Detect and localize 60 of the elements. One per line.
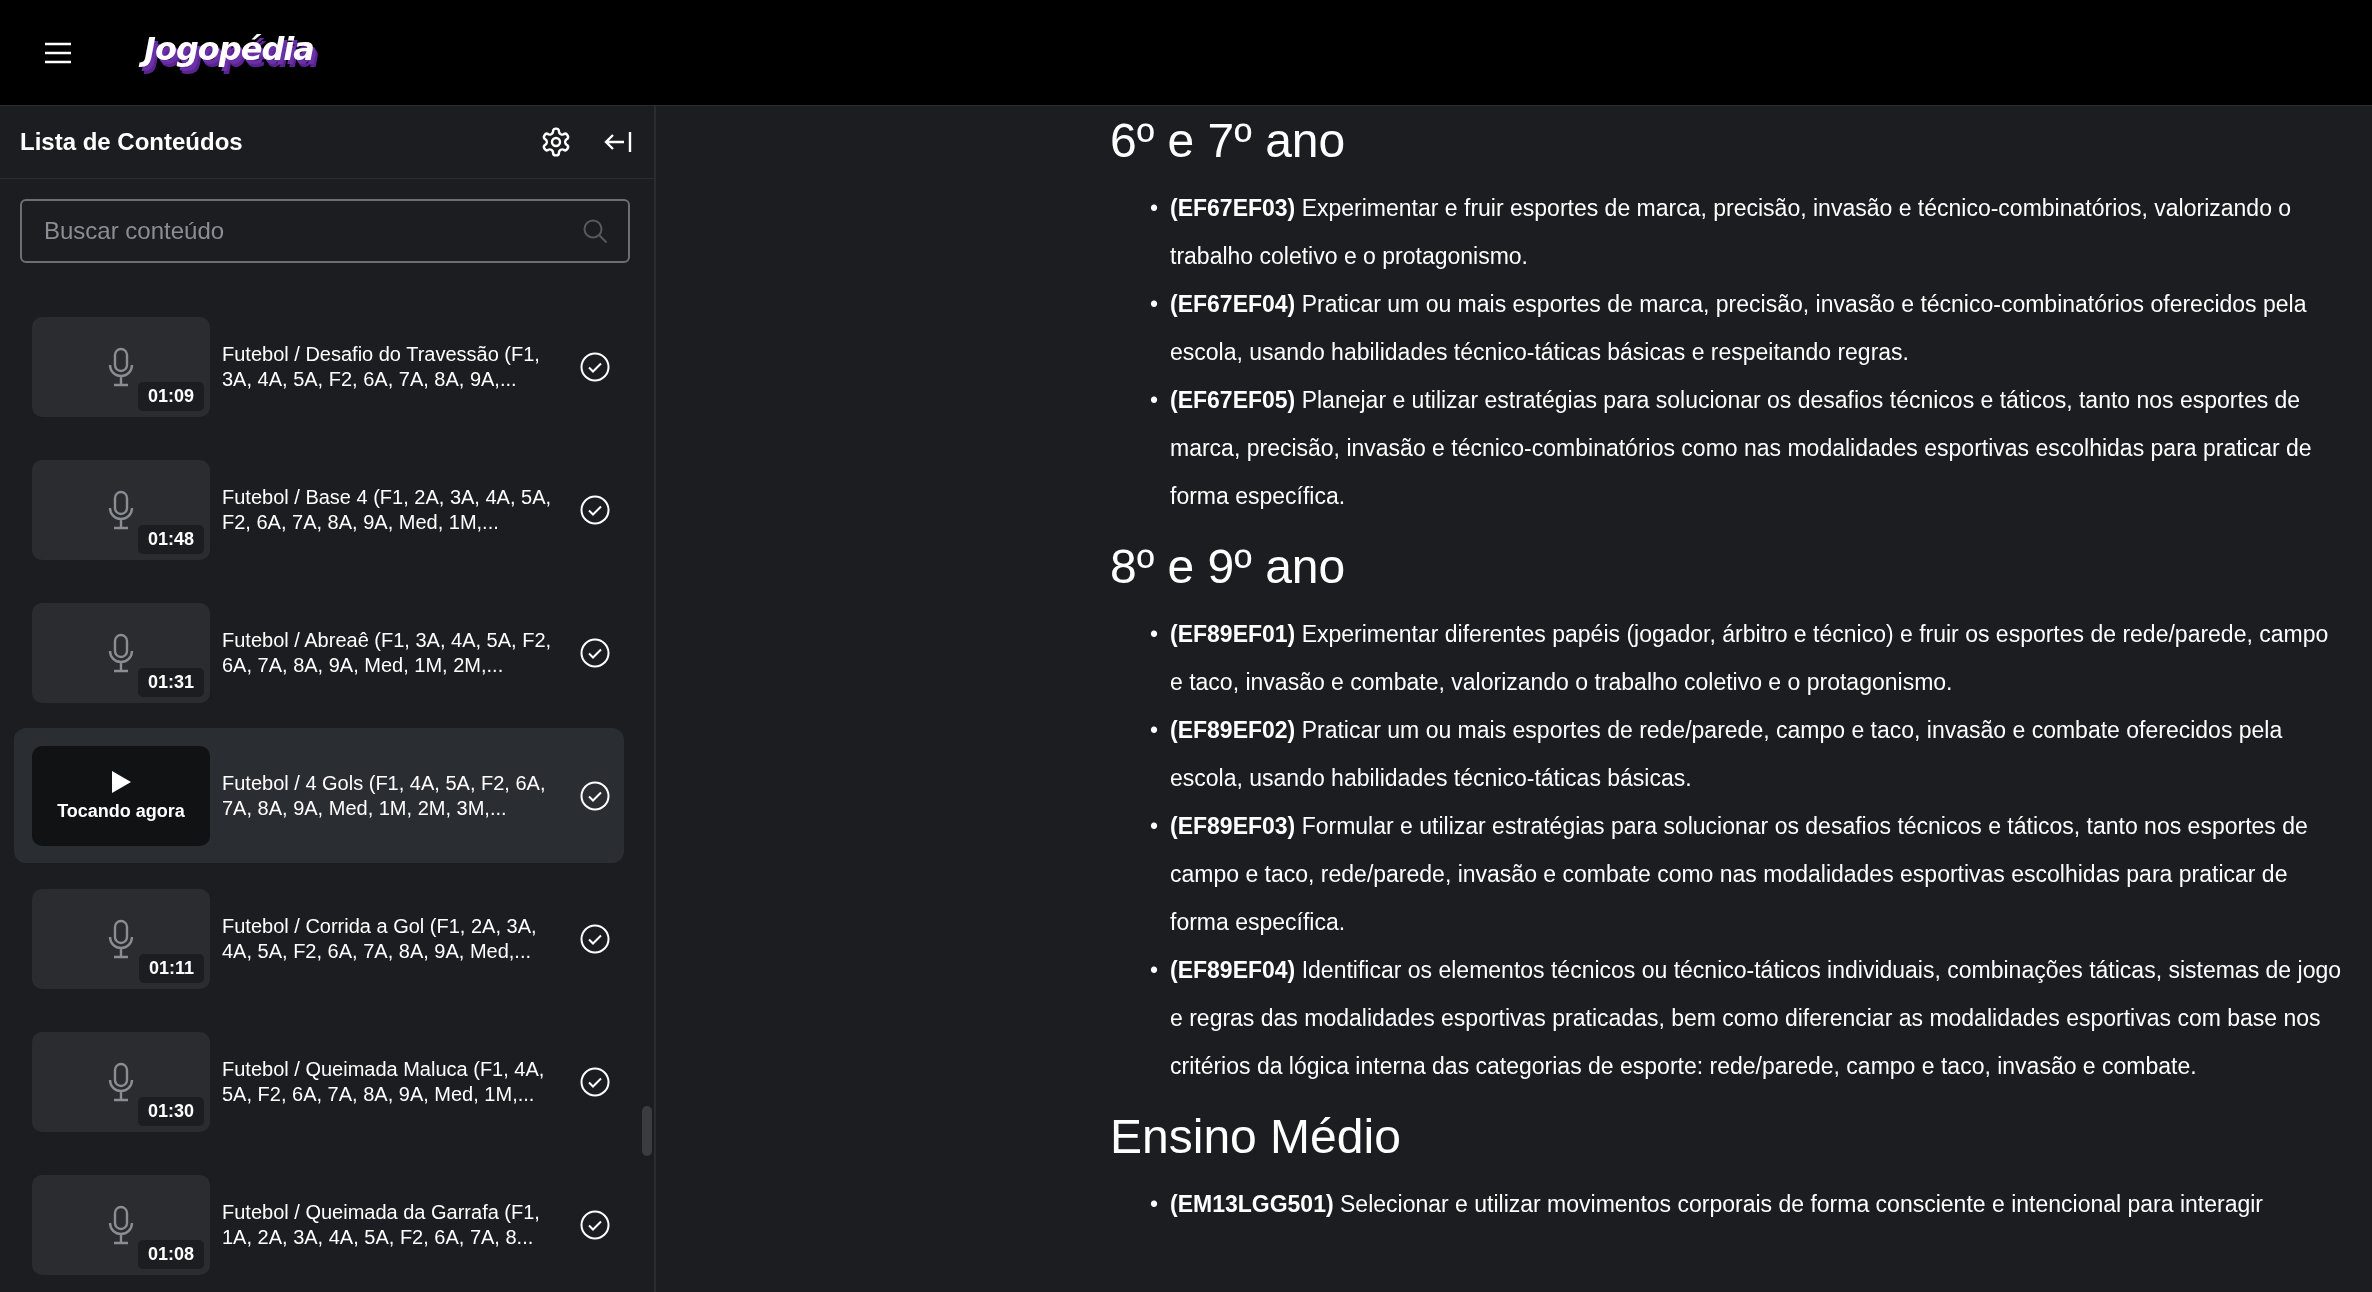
duration-label: 01:09 — [137, 381, 204, 411]
menu-button[interactable] — [44, 41, 72, 64]
microphone-icon — [108, 1061, 134, 1102]
bullet-marker: • — [1150, 716, 1158, 745]
checkmark-circle-icon — [580, 923, 610, 954]
bullet-marker: • — [1150, 386, 1158, 415]
checkmark-circle-icon — [580, 351, 610, 382]
playlist-item[interactable]: 01:30 Futebol / Queimada Maluca (F1, 4A, 5A, F2, 6A, 7A, 8A, 9A, Med, 1M,... — [14, 1014, 624, 1149]
item-title: Futebol / Base 4 (F1, 2A, 3A, 4A, 5A, F2, 6A, 7A, 8A, 9A, Med, 1M,... — [222, 484, 553, 535]
item-title: Futebol / Desafio do Travessão (F1, 3A, 4A, 5A, F2, 6A, 7A, 8A, 9A,... — [222, 341, 541, 392]
item-title: Futebol / Queimada Maluca (F1, 4A, 5A, F2, 6A, 7A, 8A, 9A, Med, 1M,... — [222, 1056, 546, 1107]
duration-label: 01:08 — [137, 1239, 204, 1269]
microphone-icon — [108, 489, 134, 530]
bullet-marker: • — [1150, 1190, 1158, 1219]
duration-label: 01:11 — [138, 953, 204, 983]
bullet-text: (EF67EF04) Praticar um ou mais esportes de marca, precisão, invasão e técnico-combinatórios oferecidos pela escola, usando habilidades técnico-táticas básicas e respeitando regras. — [1170, 290, 2308, 367]
now-playing-label: Tocando agora — [57, 801, 185, 822]
bullet-marker: • — [1150, 194, 1158, 223]
checkmark-circle-icon — [580, 494, 610, 525]
playlist-item[interactable]: 01:48 Futebol / Base 4 (F1, 2A, 3A, 4A, 5A, F2, 6A, 7A, 8A, 9A, Med, 1M,... — [14, 442, 624, 577]
bullet-marker: • — [1150, 956, 1158, 985]
search-icon — [582, 218, 608, 244]
checkmark-circle-icon — [580, 637, 610, 668]
bullet-text: (EF89EF02) Praticar um ou mais esportes de rede/parede, campo e taco, invasão e combate oferecidos pela escola, usando habilidades técnico-táticas básicas. — [1170, 716, 2284, 793]
search-field[interactable]: Buscar conteúdo — [20, 199, 630, 263]
microphone-icon — [108, 918, 134, 959]
duration-label: 01:48 — [137, 524, 204, 554]
section-heading: Ensino Médio — [1110, 1109, 1402, 1165]
section-heading: 6º e 7º ano — [1110, 113, 1347, 169]
item-title: Futebol / Abreaê (F1, 3A, 4A, 5A, F2, 6A, 7A, 8A, 9A, Med, 1M, 2M,... — [222, 627, 553, 678]
checkmark-circle-icon — [580, 1209, 610, 1240]
scrollbar-thumb[interactable] — [642, 1106, 652, 1156]
playlist-item[interactable]: 01:31 Futebol / Abreaê (F1, 3A, 4A, 5A, F2, 6A, 7A, 8A, 9A, Med, 1M, 2M,... — [14, 585, 624, 720]
bullet-text: (EM13LGG501) Selecionar e utilizar movimentos corporais de forma consciente e intencional para interagir — [1170, 1190, 2265, 1219]
checkmark-circle-icon — [580, 780, 610, 811]
playlist-item[interactable]: 01:09 Futebol / Desafio do Travessão (F1, 3A, 4A, 5A, F2, 6A, 7A, 8A, 9A,... — [14, 299, 624, 434]
checkmark-circle-icon — [580, 1066, 610, 1097]
sidebar-title: Lista de Conteúdos — [20, 128, 244, 156]
bullet-text: (EF67EF05) Planejar e utilizar estratégias para solucionar os desafios técnicos e táticos, tanto nos esportes de marca, precisão, invasão e técnico-combinatórios como nas modalidades esportivas escolhidas para praticar de forma específica. — [1170, 386, 2313, 511]
microphone-icon — [108, 346, 134, 387]
duration-label: 01:31 — [137, 667, 204, 697]
playlist-item[interactable]: Tocando agora Futebol / 4 Gols (F1, 4A, 5A, F2, 6A, 7A, 8A, 9A, Med, 1M, 2M, 3M,... — [14, 728, 624, 863]
bullet-text: (EF89EF01) Experimentar diferentes papéis (jogador, árbitro e técnico) e fruir os esportes de rede/parede, campo e taco, invasão e combate, valorizando o trabalho coletivo e o protagonismo. — [1170, 620, 2330, 697]
settings-button[interactable] — [540, 126, 572, 158]
item-title: Futebol / Corrida a Gol (F1, 2A, 3A, 4A, 5A, F2, 6A, 7A, 8A, 9A, Med,... — [222, 913, 538, 964]
bullet-marker: • — [1150, 290, 1158, 319]
microphone-icon — [108, 1204, 134, 1245]
duration-label: 01:30 — [137, 1096, 204, 1126]
item-title: Futebol / Queimada da Garrafa (F1, 1A, 2A, 3A, 4A, 5A, F2, 6A, 7A, 8... — [222, 1199, 541, 1250]
play-icon — [109, 769, 133, 795]
bullet-text: (EF89EF04) Identificar os elementos técnicos ou técnico-táticos individuais, combinações táticas, sistemas de jogo e regras das modalidades esportivas praticadas, bem como diferenciar as modalidades esportivas com base nos critérios da lógica interna das categorias de esporte: rede/parede, campo e taco, invasão e combate. — [1170, 956, 2342, 1081]
bullet-text: (EF89EF03) Formular e utilizar estratégias para solucionar os desafios técnicos e táticos, tanto nos esportes de campo e taco, rede/parede, invasão e combate como nas modalidades esportivas escolhidas para praticar de forma específica. — [1170, 812, 2309, 937]
bullet-marker: • — [1150, 812, 1158, 841]
bullet-marker: • — [1150, 620, 1158, 649]
section-heading: 8º e 9º ano — [1110, 539, 1347, 595]
item-title: Futebol / 4 Gols (F1, 4A, 5A, F2, 6A, 7A, 8A, 9A, Med, 1M, 2M, 3M,... — [222, 770, 547, 821]
microphone-icon — [108, 632, 134, 673]
bullet-text: (EF67EF03) Experimentar e fruir esportes de marca, precisão, invasão e técnico-combinatórios, valorizando o trabalho coletivo e o protagonismo. — [1170, 194, 2293, 271]
playlist-item[interactable]: 01:11 Futebol / Corrida a Gol (F1, 2A, 3A, 4A, 5A, F2, 6A, 7A, 8A, 9A, Med,... — [14, 871, 624, 1006]
playlist-item[interactable]: 01:08 Futebol / Queimada da Garrafa (F1, 1A, 2A, 3A, 4A, 5A, F2, 6A, 7A, 8... — [14, 1157, 624, 1292]
